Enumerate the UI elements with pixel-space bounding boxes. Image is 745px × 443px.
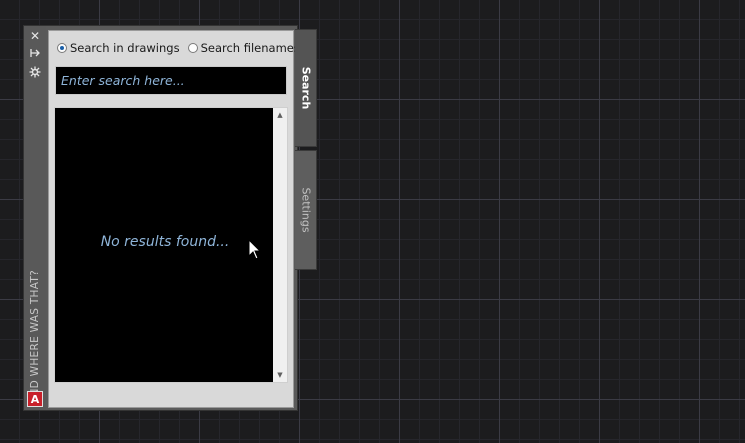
tab-settings[interactable]: Settings	[295, 150, 317, 270]
radio-label: Search filenames	[200, 41, 300, 55]
scroll-down-arrow-icon[interactable]: ▼	[273, 368, 287, 382]
radio-search-filenames[interactable]: Search filenames	[187, 41, 300, 55]
radio-search-in-drawings[interactable]: Search in drawings	[57, 41, 180, 55]
tool-palette: ✕ AND WHERE WAS THAT? A Search in drawin…	[23, 25, 300, 411]
tab-search[interactable]: Search	[295, 29, 317, 147]
results-scrollbar[interactable]: ▲ ▼	[273, 108, 287, 382]
scroll-up-arrow-icon[interactable]: ▲	[273, 108, 287, 122]
palette-title: AND WHERE WAS THAT?	[29, 270, 41, 404]
palette-titlebar[interactable]: ✕ AND WHERE WAS THAT? A	[24, 26, 46, 410]
autocad-logo-icon: A	[27, 391, 43, 407]
radio-label: Search in drawings	[70, 41, 180, 55]
close-icon[interactable]: ✕	[28, 29, 42, 43]
search-input[interactable]	[55, 66, 287, 95]
radio-selected-icon[interactable]	[57, 43, 67, 53]
empty-results-message: No results found...	[100, 234, 230, 250]
radio-unselected-icon[interactable]	[187, 43, 198, 53]
tab-label: Search	[299, 66, 312, 110]
mouse-cursor-icon	[248, 239, 262, 260]
autohide-icon[interactable]	[28, 47, 42, 61]
tab-label: Settings	[299, 187, 312, 233]
search-panel: Search in drawings Search filenames No r…	[48, 30, 300, 408]
search-mode-group: Search in drawings Search filenames	[57, 41, 300, 55]
properties-icon[interactable]	[28, 66, 42, 80]
